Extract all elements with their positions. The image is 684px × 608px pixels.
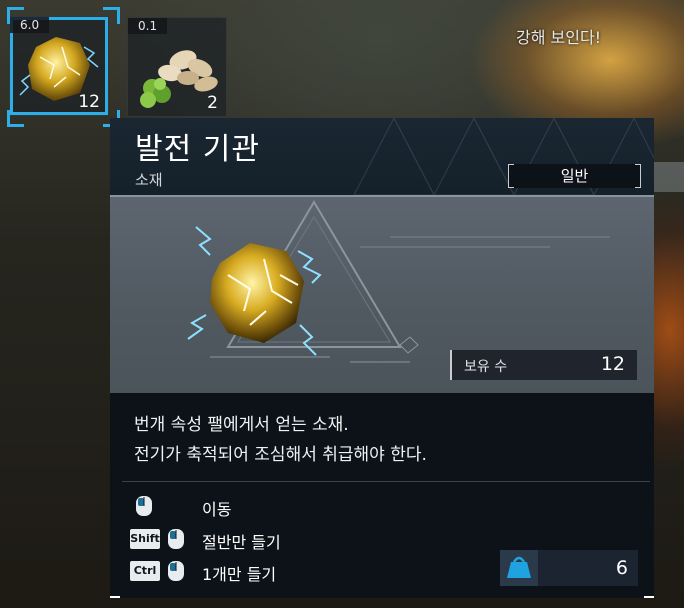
inventory-slot-seeds[interactable]: 0.1 2 — [127, 17, 227, 117]
divider — [122, 481, 650, 482]
slot-weight: 0.1 — [128, 18, 168, 34]
item-weight-box: 6 — [500, 550, 638, 586]
rarity-badge: 일반 — [508, 164, 641, 188]
background-message: 강해 보인다! — [516, 28, 602, 47]
item-weight: 6 — [615, 557, 628, 579]
hint-label: 이동 — [202, 500, 232, 519]
inventory-slot-electric-organ[interactable]: 6.0 12 — [7, 7, 120, 127]
slot-count: 2 — [207, 93, 218, 113]
mouse-left-click-icon — [168, 529, 184, 549]
slot-weight: 6.0 — [10, 17, 50, 33]
hint-label: 1개만 들기 — [202, 565, 277, 584]
hint-label: 절반만 들기 — [202, 533, 281, 552]
description-line: 전기가 축적되어 조심해서 취급해야 한다. — [134, 445, 427, 465]
side-panel-edge — [654, 162, 684, 192]
description-line: 번개 속성 팰에게서 얻는 소재. — [134, 415, 349, 435]
item-category: 소재 — [135, 171, 163, 189]
slot-count: 12 — [78, 92, 100, 112]
shift-key-icon: Shift — [130, 529, 160, 549]
owned-count-box: 보유 수 12 — [450, 350, 637, 380]
mouse-left-click-icon — [136, 496, 152, 516]
tooltip-header: 발전 기관 소재 일반 — [110, 118, 654, 195]
panel-corner — [644, 596, 654, 598]
owned-count: 12 — [600, 353, 625, 375]
item-title: 발전 기관 — [135, 132, 260, 167]
panel-corner — [110, 596, 120, 598]
weight-bag-icon — [500, 550, 538, 586]
item-tooltip: 발전 기관 소재 일반 보유 수 12 번개 속성 팰에게서 얻는 소재. 전기… — [110, 118, 654, 598]
item-description: 번개 속성 팰에게서 얻는 소재. 전기가 축적되어 조심해서 취급해야 한다. — [134, 410, 427, 470]
mouse-left-click-icon — [168, 561, 184, 581]
ctrl-key-icon: Ctrl — [130, 561, 160, 581]
electric-ore-icon — [187, 226, 322, 356]
owned-label: 보유 수 — [464, 359, 508, 375]
